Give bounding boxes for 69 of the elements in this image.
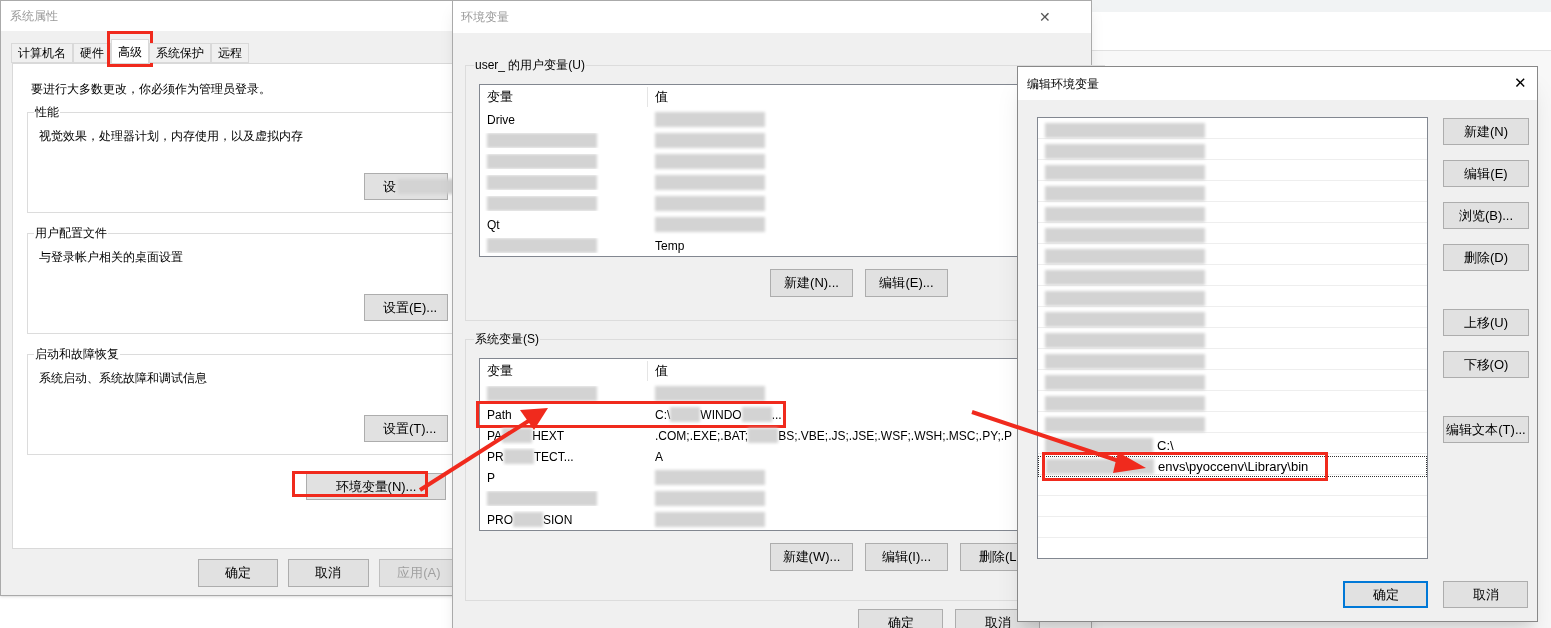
group-title: 系统变量(S) [474, 330, 540, 348]
window-title: 环境变量 [461, 9, 509, 26]
group-description: 与登录帐户相关的桌面设置 [38, 249, 184, 266]
cell-text: PRO [487, 511, 513, 529]
group-title: 性能 [34, 103, 60, 121]
dialog-button[interactable]: 新建(W)... [770, 543, 853, 571]
tab[interactable]: 系统保护 [149, 43, 211, 63]
tab[interactable]: 远程 [211, 43, 249, 63]
dialog-button[interactable]: 新建(N) [1443, 118, 1529, 145]
cell-text: P [487, 469, 495, 487]
variable-row[interactable]: PRO SION [480, 509, 1178, 530]
dialog-button[interactable]: 编辑(E) [1443, 160, 1529, 187]
dialog-button[interactable]: 确定 [1343, 581, 1428, 608]
cell-text: Path [487, 406, 512, 424]
cell-text: HEXT [532, 427, 565, 445]
cell-text: Drive [487, 111, 515, 129]
redacted-area [513, 512, 543, 527]
redacted-area [503, 449, 534, 464]
cell-text: Temp [655, 237, 685, 255]
redacted-area [670, 407, 701, 422]
redacted-area [748, 428, 779, 443]
dialog-button[interactable]: 确定 [198, 559, 279, 587]
window-title: 系统属性 [10, 8, 58, 25]
variable-row[interactable]: Qt [480, 214, 1178, 235]
cell-text: C:\ [655, 406, 671, 424]
dialog-button[interactable]: 浏览(B)... [1443, 202, 1529, 229]
cell-text: Qt [487, 216, 500, 234]
variable-row[interactable]: Temp [480, 235, 1178, 256]
cell-text: WINDO [700, 406, 742, 424]
cell-text: .COM;.EXE;.BAT; [655, 427, 749, 445]
dialog-button[interactable]: 设置(E)... [364, 294, 448, 321]
column-header: 变量 [480, 361, 648, 381]
dialog-button[interactable]: 删除(D) [1443, 244, 1529, 271]
tab[interactable]: 高级 [111, 39, 149, 63]
dialog-button[interactable]: 下移(O) [1443, 351, 1529, 378]
dialog-button[interactable]: 编辑文本(T)... [1443, 416, 1529, 443]
cell-text: BS;.VBE;.JS;.JSE;.WSF;.WSH;.MSC;.PY;.P [778, 427, 1013, 445]
cell-text: A [655, 448, 663, 466]
dialog-button[interactable]: 上移(U) [1443, 309, 1529, 336]
dialog-button[interactable]: 编辑(I)... [865, 543, 948, 571]
variable-row[interactable]: Drive [480, 109, 1178, 130]
dialog-button[interactable]: 确定 [858, 609, 943, 628]
window-title: 编辑环境变量 [1027, 75, 1099, 93]
redacted-area [741, 407, 772, 422]
admin-notice: 要进行大多数更改，你必须作为管理员登录。 [30, 81, 272, 98]
column-header: 值 [654, 88, 668, 107]
column-header: 变量 [480, 87, 648, 107]
cell-text: ... [771, 406, 782, 424]
dialog-button[interactable]: 新建(N)... [770, 269, 853, 297]
column-header: 值 [654, 362, 668, 381]
variable-row[interactable]: Path C:\ WINDO ... [480, 404, 1178, 425]
group-description: 系统启动、系统故障和调试信息 [38, 370, 208, 387]
group-description: 视觉效果，处理器计划，内存使用，以及虚拟内存 [38, 128, 304, 145]
group-title: 用户配置文件 [34, 224, 108, 242]
tab[interactable]: 计算机名 [11, 43, 73, 63]
close-icon[interactable]: ✕ [1039, 6, 1051, 28]
cell-text: SION [543, 511, 573, 529]
dialog-button[interactable]: 取消 [288, 559, 369, 587]
entry-text: envs\pyoccenv\Library\bin [1157, 457, 1309, 476]
entry-text: C:\ [1156, 436, 1174, 455]
dialog-button[interactable]: 编辑(E)... [865, 269, 948, 297]
close-icon[interactable]: ✕ [1514, 72, 1527, 95]
dialog-button[interactable]: 设置(T)... [364, 415, 448, 442]
group-title: 启动和故障恢复 [34, 345, 120, 363]
cell-text: TECT... [533, 448, 574, 466]
dialog-button[interactable]: 取消 [1443, 581, 1528, 608]
cell-text: PR [487, 448, 504, 466]
group-title: user_ 的用户变量(U) [474, 56, 586, 74]
redacted-area [398, 179, 454, 194]
